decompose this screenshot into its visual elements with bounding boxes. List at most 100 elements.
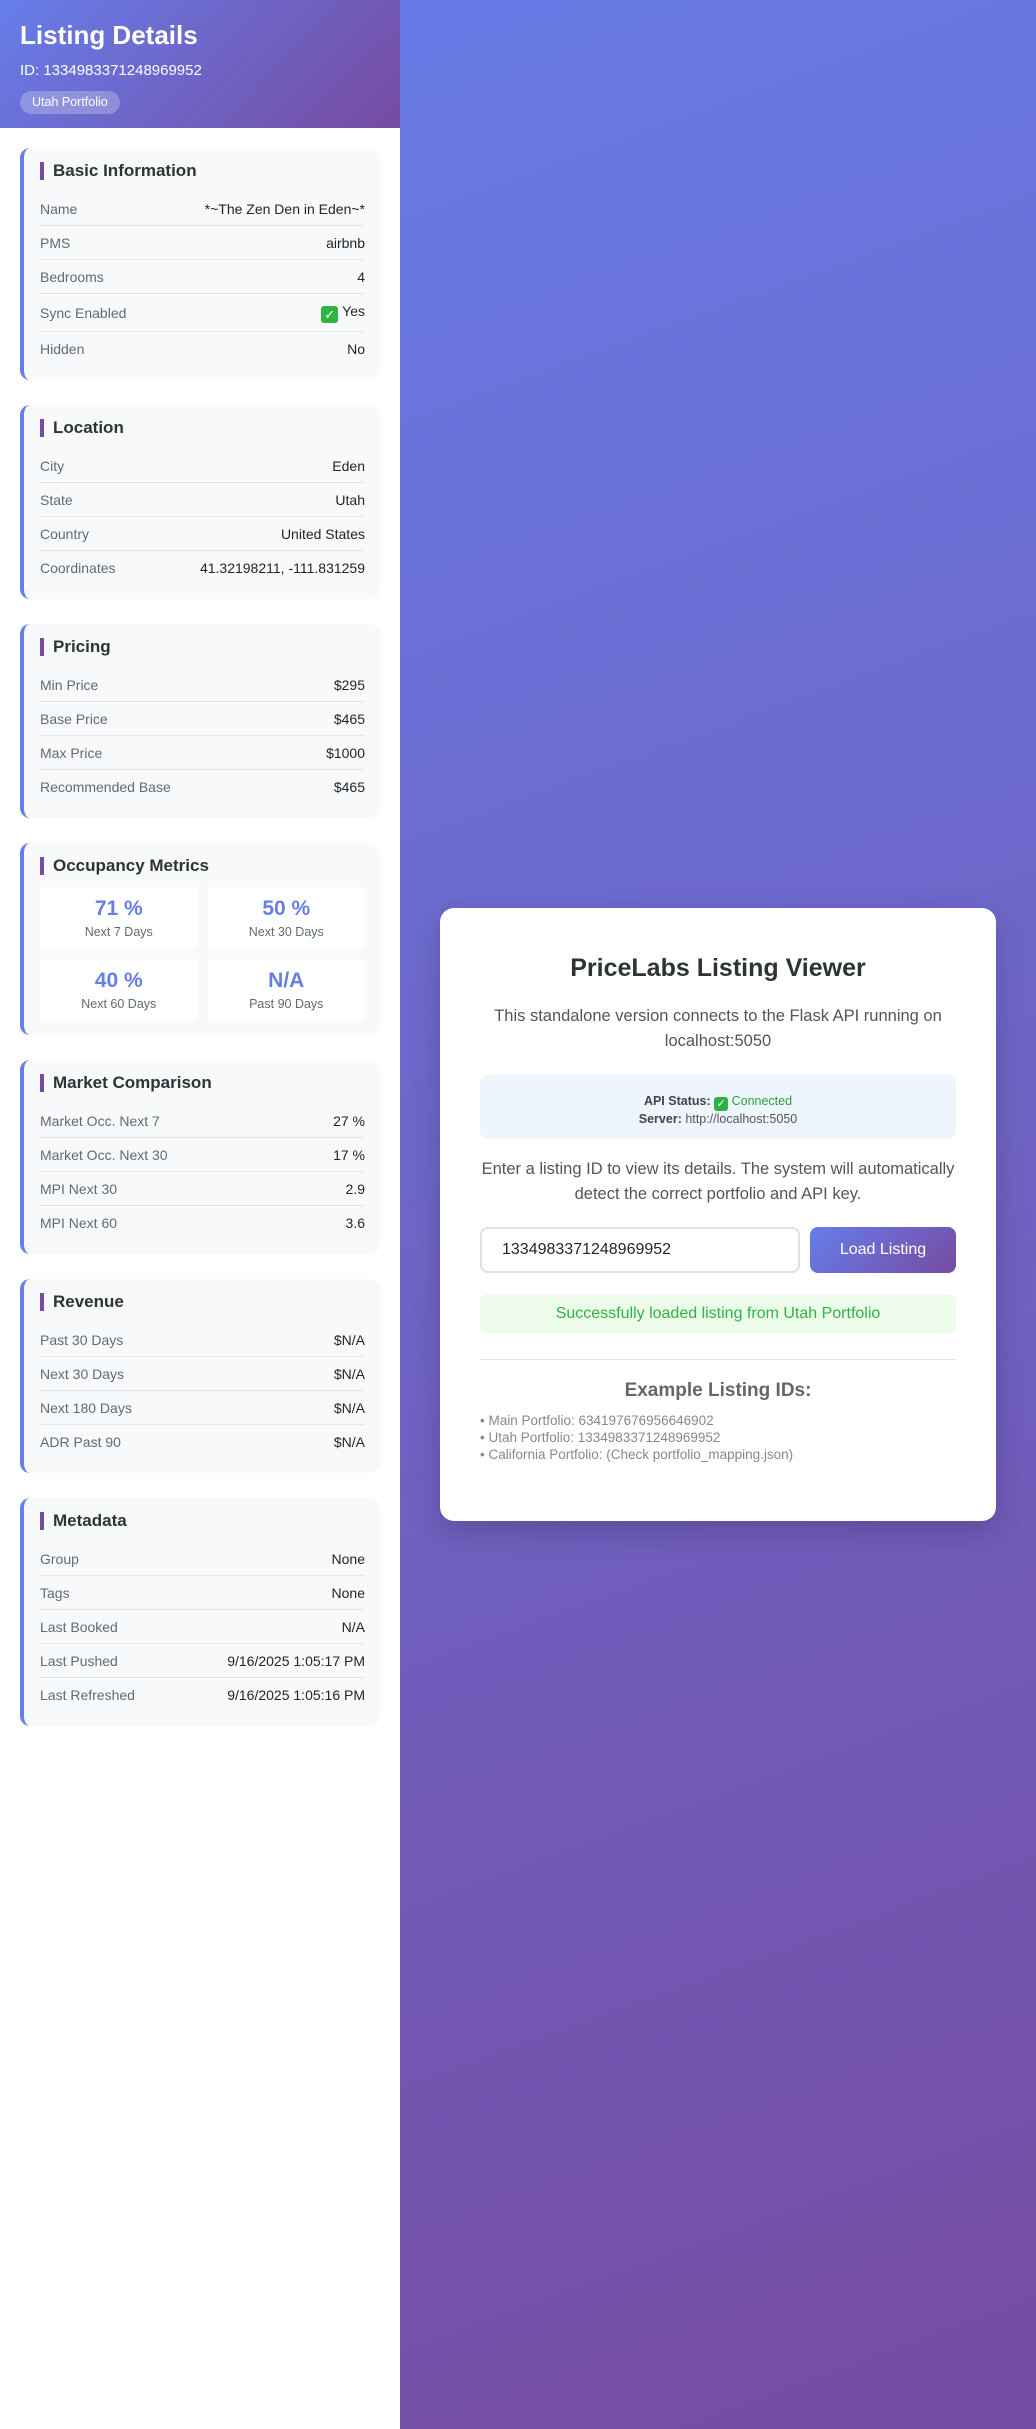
detail-row-market-occ-30: Market Occ. Next 30 17 % <box>40 1138 365 1172</box>
metric-value: 71 % <box>94 897 143 920</box>
sync-value: Yes <box>342 302 365 319</box>
detail-value: N/A <box>341 1618 365 1635</box>
detail-value: $N/A <box>333 1434 365 1450</box>
examples-title: Example Listing IDs: <box>624 1380 812 1401</box>
detail-row-hidden: Hidden No <box>40 332 365 366</box>
api-status-label: API Status: <box>643 1094 711 1108</box>
sidebar-title: Listing Details <box>20 20 198 50</box>
detail-row-name: Name *~The Zen Den in Eden~* <box>40 192 365 226</box>
detail-label: Market Occ. Next 7 <box>40 1112 160 1129</box>
metric-value: 50 % <box>262 897 311 920</box>
detail-value: No <box>347 341 365 357</box>
detail-label: Max Price <box>40 744 103 761</box>
metric-card-next-60: 40 % Next 60 Days <box>40 959 198 1021</box>
detail-label: MPI Next 30 <box>40 1180 118 1197</box>
pricing-section: Pricing Min Price $295 Base Price $465 M… <box>20 624 380 818</box>
detail-value: 9/16/2025 1:05:16 PM <box>227 1687 365 1703</box>
metric-label: Next 60 Days <box>81 997 157 1011</box>
detail-row-mpi-60: MPI Next 60 3.6 <box>40 1206 365 1240</box>
detail-value: $N/A <box>333 1399 365 1416</box>
revenue-section: Revenue Past 30 Days $N/A Next 30 Days $… <box>20 1279 380 1473</box>
metadata-section: Metadata Group None Tags None Last Booke… <box>20 1498 380 1726</box>
example-item: • Main Portfolio: 634197676956646902 <box>480 1413 714 1428</box>
detail-label: MPI Next 60 <box>40 1215 118 1231</box>
detail-label: Hidden <box>40 341 85 357</box>
detail-value: None <box>331 1584 365 1601</box>
server-line: Server: http://localhost:5050 <box>480 1111 956 1127</box>
detail-label: Next 30 Days <box>40 1365 125 1382</box>
instructions: Enter a listing ID to view its details. … <box>481 1160 955 1203</box>
detail-label: Bedrooms <box>40 268 104 285</box>
detail-label: State <box>40 491 73 508</box>
detail-label: Group <box>40 1550 79 1567</box>
detail-value: 2.9 <box>345 1180 365 1197</box>
metric-value: N/A <box>268 969 305 992</box>
detail-label: Last Pushed <box>40 1652 118 1669</box>
detail-row-next-180: Next 180 Days $N/A <box>40 1391 365 1425</box>
detail-value: Utah <box>335 491 365 508</box>
detail-row-last-refreshed: Last Refreshed 9/16/2025 1:05:16 PM <box>40 1678 365 1712</box>
detail-value: None <box>331 1550 365 1567</box>
load-listing-button[interactable]: Load Listing <box>810 1227 956 1273</box>
metric-label: Past 90 Days <box>249 997 324 1011</box>
detail-value: 3.6 <box>345 1215 365 1231</box>
detail-row-base-price: Base Price $465 <box>40 702 365 736</box>
api-status-line: API Status: ✓ Connected <box>480 1093 956 1111</box>
example-item: • Utah Portfolio: 1334983371248969952 <box>480 1430 721 1445</box>
detail-row-group: Group None <box>40 1542 365 1576</box>
detail-row-market-occ-7: Market Occ. Next 7 27 % <box>40 1104 365 1138</box>
detail-value: $465 <box>333 779 365 795</box>
success-message: Successfully loaded listing from Utah Po… <box>480 1295 956 1333</box>
section-title: Occupancy Metrics <box>40 857 365 875</box>
section-title: Metadata <box>40 1512 365 1530</box>
detail-label: Last Booked <box>40 1618 118 1635</box>
detail-label: Past 30 Days <box>40 1331 124 1348</box>
detail-label: Next 180 Days <box>40 1399 132 1416</box>
detail-value: $N/A <box>333 1365 365 1382</box>
checkmark-icon: ✓ <box>321 305 339 323</box>
detail-label: Min Price <box>40 676 99 693</box>
detail-row-tags: Tags None <box>40 1576 365 1610</box>
detail-row-next-30: Next 30 Days $N/A <box>40 1357 365 1391</box>
checkmark-icon: ✓ <box>714 1097 729 1111</box>
server-label: Server: <box>638 1112 682 1126</box>
detail-label: Coordinates <box>40 560 116 576</box>
detail-value: 17 % <box>333 1146 365 1163</box>
detail-row-mpi-30: MPI Next 30 2.9 <box>40 1172 365 1206</box>
section-title: Location <box>40 419 365 437</box>
detail-row-last-pushed: Last Pushed 9/16/2025 1:05:17 PM <box>40 1644 365 1678</box>
detail-value: $N/A <box>333 1331 365 1348</box>
detail-label: Base Price <box>40 710 108 727</box>
detail-value: ✓ Yes <box>321 303 365 323</box>
listing-details-sidebar: Listing Details ID: 1334983371248969952 … <box>0 0 400 2429</box>
listing-id-input[interactable] <box>480 1227 800 1273</box>
section-title: Revenue <box>40 1293 365 1311</box>
detail-label: PMS <box>40 234 71 251</box>
detail-value: 4 <box>357 268 365 285</box>
listing-viewer-card: PriceLabs Listing Viewer This standalone… <box>440 908 996 1521</box>
metric-value: 40 % <box>94 969 143 992</box>
section-title: Market Comparison <box>40 1074 365 1092</box>
detail-row-max-price: Max Price $1000 <box>40 736 365 770</box>
occupancy-metrics-section: Occupancy Metrics 71 % Next 7 Days 50 % … <box>20 843 380 1035</box>
detail-row-adr-past-90: ADR Past 90 $N/A <box>40 1425 365 1459</box>
example-list: • Main Portfolio: 634197676956646902 • U… <box>480 1412 956 1463</box>
detail-value: $295 <box>333 676 365 693</box>
metric-label: Next 30 Days <box>248 925 324 939</box>
detail-value: $465 <box>333 710 365 727</box>
section-title: Pricing <box>40 638 365 656</box>
detail-label: Market Occ. Next 30 <box>40 1146 168 1163</box>
metric-card-past-90: N/A Past 90 Days <box>207 959 365 1021</box>
detail-value: 27 % <box>333 1112 365 1129</box>
detail-label: Tags <box>40 1584 70 1601</box>
detail-value: 41.32198211, -111.831259 <box>199 560 365 576</box>
detail-row-past-30: Past 30 Days $N/A <box>40 1323 365 1357</box>
detail-value: airbnb <box>326 234 365 251</box>
detail-label: Last Refreshed <box>40 1687 135 1703</box>
detail-label: Sync Enabled <box>40 304 127 321</box>
detail-row-min-price: Min Price $295 <box>40 668 365 702</box>
detail-value: $1000 <box>326 744 365 761</box>
detail-value: 9/16/2025 1:05:17 PM <box>227 1652 365 1669</box>
sidebar-header: Listing Details ID: 1334983371248969952 … <box>0 0 400 128</box>
section-title: Basic Information <box>40 162 365 180</box>
